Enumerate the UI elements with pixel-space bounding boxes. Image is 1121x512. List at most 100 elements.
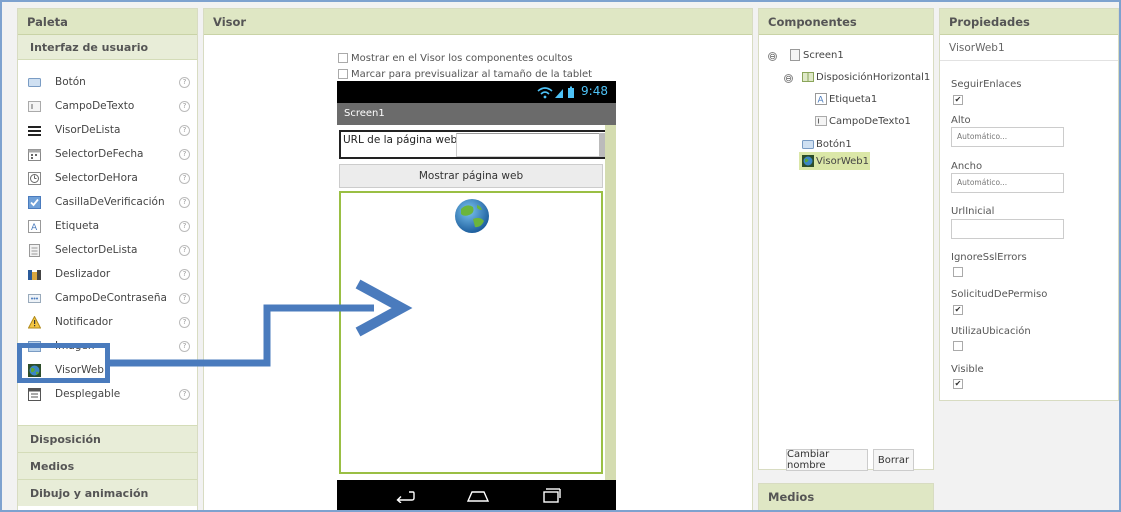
palette-item-selectordefecha[interactable]: SelectorDeFecha ? bbox=[18, 143, 197, 167]
label-icon: A bbox=[28, 220, 41, 233]
urlinicial-input[interactable] bbox=[951, 219, 1064, 239]
spinner-icon bbox=[28, 388, 41, 401]
clock-time: 9:48 bbox=[581, 84, 608, 98]
category-medios[interactable]: Medios bbox=[18, 452, 197, 479]
palette-item-boton[interactable]: Botón ? bbox=[18, 71, 197, 95]
screen-scrollbar[interactable] bbox=[605, 125, 616, 480]
tree-node-visorweb1-selected[interactable]: VisorWeb1 bbox=[799, 152, 870, 170]
prop-label-seguirenlaces: SeguirEnlaces bbox=[951, 79, 1022, 90]
solicituddepermiso-checkbox[interactable]: ✔ bbox=[953, 305, 963, 315]
palette-item-notificador[interactable]: Notificador ? bbox=[18, 311, 197, 335]
rename-button[interactable]: Cambiar nombre bbox=[786, 449, 868, 471]
listview-icon bbox=[28, 124, 41, 137]
help-icon[interactable]: ? bbox=[179, 389, 190, 400]
palette-item-selectordelista[interactable]: SelectorDeLista ? bbox=[18, 239, 197, 263]
ancho-input[interactable]: Automático... bbox=[951, 173, 1064, 193]
url-textbox[interactable] bbox=[456, 133, 600, 157]
home-icon[interactable] bbox=[466, 489, 490, 503]
ignoresslerrors-checkbox[interactable] bbox=[953, 267, 963, 277]
palette-item-label: Desplegable bbox=[55, 388, 121, 400]
palette-item-selectordehora[interactable]: SelectorDeHora ? bbox=[18, 167, 197, 191]
webviewer-component[interactable] bbox=[339, 191, 603, 474]
palette-item-label: VisorWeb bbox=[55, 364, 104, 376]
show-hidden-components-option[interactable]: Mostrar en el Visor los componentes ocul… bbox=[338, 51, 573, 65]
palette-item-label: Botón bbox=[55, 76, 86, 88]
collapse-screen1-toggle[interactable]: ⊖ bbox=[768, 52, 777, 61]
timepicker-icon bbox=[28, 172, 41, 185]
help-icon[interactable]: ? bbox=[179, 245, 190, 256]
tree-node-screen1[interactable]: Screen1 bbox=[789, 49, 844, 61]
tree-node-disposicion-horizontal1[interactable]: DisposiciónHorizontal1 bbox=[802, 71, 930, 83]
help-icon[interactable]: ? bbox=[179, 125, 190, 136]
slider-icon bbox=[28, 268, 41, 281]
help-icon[interactable]: ? bbox=[179, 293, 190, 304]
tablet-preview-checkbox[interactable] bbox=[338, 69, 348, 79]
palette-item-imagen[interactable]: Imagen ? bbox=[18, 335, 197, 359]
seguirenlaces-checkbox[interactable]: ✔ bbox=[953, 95, 963, 105]
tree-node-campodetexto1[interactable]: CampoDeTexto1 bbox=[815, 115, 911, 127]
tree-node-etiqueta1[interactable]: A Etiqueta1 bbox=[815, 93, 877, 106]
category-dibujo-animacion[interactable]: Dibujo y animación bbox=[18, 479, 197, 506]
help-icon[interactable]: ? bbox=[179, 317, 190, 328]
tablet-preview-label: Marcar para previsualizar al tamaño de l… bbox=[351, 68, 593, 80]
horizontal-arrangement[interactable]: URL de la página web bbox=[339, 130, 607, 159]
palette-item-etiqueta[interactable]: A Etiqueta ? bbox=[18, 215, 197, 239]
help-icon[interactable]: ? bbox=[179, 77, 190, 88]
components-panel: Componentes ⊖ Screen1 ⊖ DisposiciónHoriz… bbox=[758, 8, 934, 471]
palette-item-label: VisorDeLista bbox=[55, 124, 121, 136]
help-icon[interactable]: ? bbox=[179, 269, 190, 280]
notifier-icon bbox=[28, 316, 41, 329]
palette-item-label: SelectorDeLista bbox=[55, 244, 138, 256]
palette-item-campodetexto[interactable]: CampoDeTexto ? bbox=[18, 95, 197, 119]
help-icon[interactable]: ? bbox=[179, 173, 190, 184]
webviewer-icon bbox=[802, 155, 814, 167]
url-label: URL de la página web bbox=[343, 134, 458, 146]
palette-item-campodecontrasena[interactable]: CampoDeContraseña ? bbox=[18, 287, 197, 311]
help-icon[interactable]: ? bbox=[179, 101, 190, 112]
help-icon[interactable]: ? bbox=[179, 221, 190, 232]
collapse-horizontal-toggle[interactable]: ⊖ bbox=[784, 74, 793, 83]
back-icon[interactable] bbox=[395, 489, 415, 503]
palette-item-visordelista[interactable]: VisorDeLista ? bbox=[18, 119, 197, 143]
utilizaubicacion-checkbox[interactable] bbox=[953, 341, 963, 351]
show-hidden-checkbox[interactable] bbox=[338, 53, 348, 63]
selected-component-name: VisorWeb1 bbox=[940, 35, 1118, 61]
help-icon[interactable]: ? bbox=[179, 197, 190, 208]
help-icon[interactable]: ? bbox=[179, 341, 190, 352]
tablet-preview-option[interactable]: Marcar para previsualizar al tamaño de l… bbox=[338, 67, 592, 81]
recents-icon[interactable] bbox=[541, 486, 561, 504]
tree-node-label: Botón1 bbox=[816, 138, 852, 150]
prop-label-solicituddepermiso: SolicitudDePermiso bbox=[951, 289, 1048, 300]
viewer-panel: Visor Mostrar en el Visor los componente… bbox=[203, 8, 753, 510]
show-page-button[interactable]: Mostrar página web bbox=[339, 164, 603, 188]
phone-preview: 9:48 Screen1 URL de la página web Mostra… bbox=[337, 81, 616, 510]
label-icon: A bbox=[815, 93, 827, 106]
palette-item-label: CasillaDeVerificación bbox=[55, 196, 165, 208]
tree-node-label: DisposiciónHorizontal1 bbox=[816, 71, 931, 83]
tree-node-boton1[interactable]: Botón1 bbox=[802, 138, 852, 150]
palette-panel: Paleta Interfaz de usuario Botón ? Campo… bbox=[17, 8, 198, 510]
alto-input[interactable]: Automático... bbox=[951, 127, 1064, 147]
media-header[interactable]: Medios bbox=[759, 484, 933, 510]
textbox-icon bbox=[815, 115, 827, 127]
nav-bar bbox=[337, 480, 616, 510]
globe-icon bbox=[455, 199, 489, 233]
tree-node-label: Screen1 bbox=[803, 49, 844, 61]
visible-checkbox[interactable]: ✔ bbox=[953, 379, 963, 389]
status-bar: 9:48 bbox=[337, 81, 616, 103]
palette-item-visorweb[interactable]: VisorWeb bbox=[18, 359, 197, 383]
palette-item-label: CampoDeContraseña bbox=[55, 292, 167, 304]
palette-item-deslizador[interactable]: Deslizador ? bbox=[18, 263, 197, 287]
help-icon[interactable]: ? bbox=[179, 149, 190, 160]
palette-item-label: Deslizador bbox=[55, 268, 111, 280]
checkbox-icon bbox=[28, 196, 41, 209]
delete-button[interactable]: Borrar bbox=[873, 449, 914, 471]
palette-item-label: Imagen bbox=[55, 340, 95, 352]
palette-item-casilla[interactable]: CasillaDeVerificación ? bbox=[18, 191, 197, 215]
image-icon bbox=[28, 340, 41, 353]
datepicker-icon bbox=[28, 148, 41, 161]
palette-item-desplegable[interactable]: Desplegable ? bbox=[18, 383, 197, 407]
viewer-header: Visor bbox=[204, 9, 752, 35]
category-user-interface[interactable]: Interfaz de usuario bbox=[18, 35, 197, 60]
category-disposicion[interactable]: Disposición bbox=[18, 425, 197, 452]
